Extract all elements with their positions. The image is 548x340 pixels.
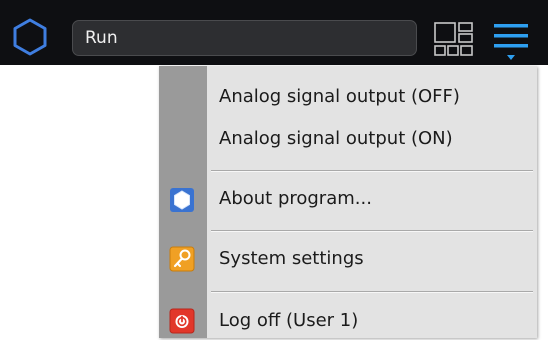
menu-item-label: Analog signal output (ON): [219, 128, 453, 149]
status-field: Run: [72, 20, 417, 56]
grid-layout-icon[interactable]: [433, 20, 477, 64]
menu-item-label: Log off (User 1): [219, 310, 359, 331]
key-icon: [169, 246, 195, 272]
menu-separator: [211, 170, 533, 172]
power-icon: [169, 308, 195, 334]
menu-item-about[interactable]: About program...: [207, 180, 537, 216]
status-text: Run: [85, 28, 118, 48]
menu-item-analog-on[interactable]: Analog signal output (ON): [207, 120, 537, 156]
menu-item-label: Analog signal output (OFF): [219, 86, 460, 107]
menu-separator: [211, 230, 533, 232]
menu-item-analog-off[interactable]: Analog signal output (OFF): [207, 78, 537, 114]
menu-item-system-settings[interactable]: System settings: [207, 240, 537, 276]
hexagon-logo-icon[interactable]: [12, 18, 48, 56]
menu-item-label: System settings: [219, 248, 364, 269]
toolbar: Run: [0, 0, 548, 65]
menu-separator: [211, 291, 533, 293]
dropdown-menu: Analog signal output (OFF) Analog signal…: [159, 66, 537, 338]
menu-item-log-off[interactable]: Log off (User 1): [207, 302, 537, 338]
hamburger-menu-icon[interactable]: [490, 20, 534, 64]
menu-item-label: About program...: [219, 188, 372, 209]
hexagon-icon: [170, 188, 194, 212]
